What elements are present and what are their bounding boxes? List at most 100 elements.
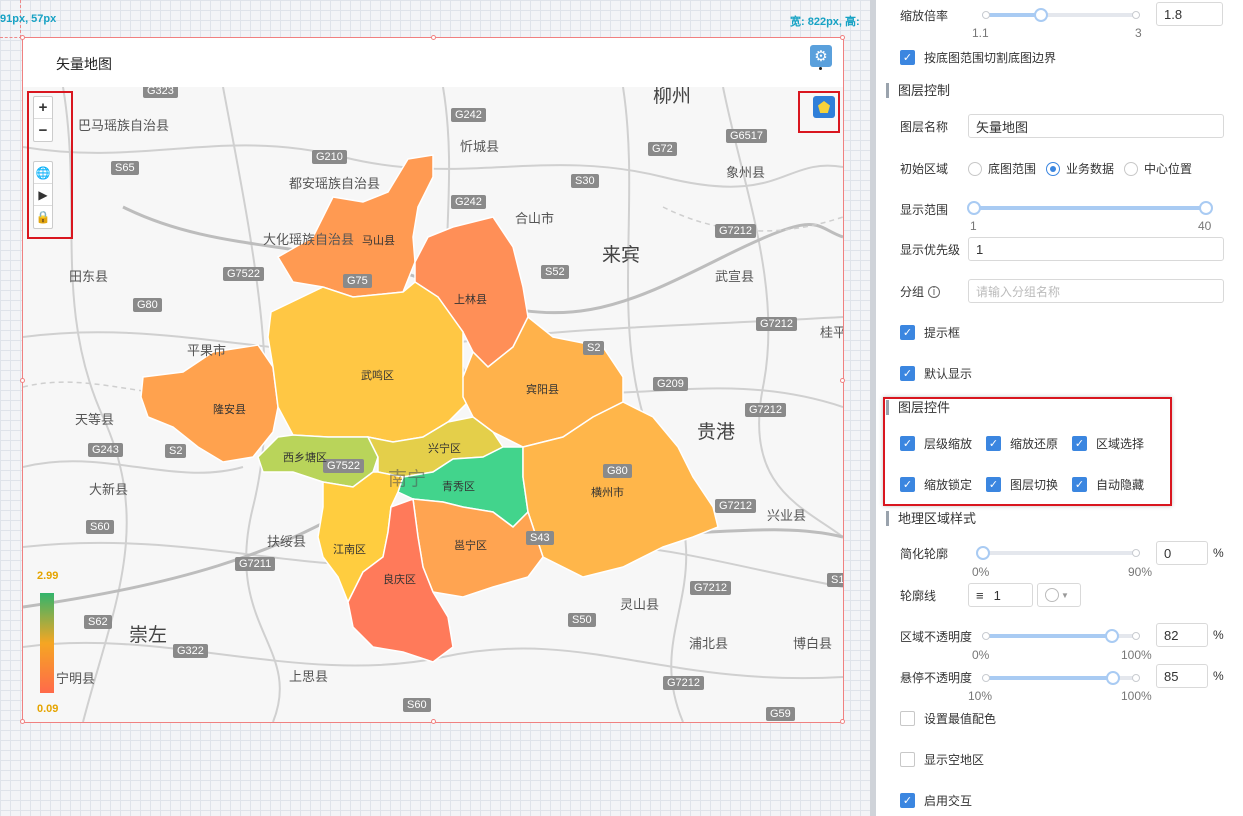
gear-icon[interactable]: ⚙ [810, 45, 832, 67]
place-label: 桂平 [820, 325, 843, 340]
place-label: 上思县 [289, 669, 329, 684]
tooltip-checkbox[interactable]: ✓ 提示框 [900, 324, 960, 341]
region-label[interactable]: 江南区 [333, 541, 366, 557]
region-long-an [140, 344, 279, 463]
road-label: S65 [111, 161, 139, 175]
resize-handle[interactable] [20, 719, 25, 724]
group-label: 分组 [900, 285, 925, 299]
size-readout: 宽: 822px, 高: [790, 16, 860, 28]
extreme-color-checkbox[interactable]: 设置最值配色 [900, 710, 996, 727]
default-show-checkbox[interactable]: ✓ 默认显示 [900, 365, 972, 382]
region-label[interactable]: 西乡塘区 [283, 449, 327, 465]
radio-business-data[interactable]: 业务数据 [1046, 160, 1114, 177]
road-label: G80 [133, 298, 162, 312]
percent-unit: % [1213, 546, 1224, 560]
place-label: 崇左 [129, 625, 168, 646]
layer-name-input[interactable]: 矢量地图 [968, 114, 1224, 138]
place-label: 田东县 [69, 269, 109, 284]
place-label: 柳州 [653, 87, 692, 107]
road-label: G7212 [715, 499, 757, 513]
empty-region-checkbox[interactable]: 显示空地区 [900, 751, 984, 768]
road-label: G243 [88, 443, 123, 457]
road-label: S62 [84, 615, 112, 629]
crop-bounds-checkbox[interactable]: ✓ 按底图范围切割底图边界 [900, 49, 1056, 66]
road-label: S30 [571, 174, 599, 188]
map-area[interactable]: G323 G242 G72 G6517 G210 S65 G242 S30 G7… [23, 87, 843, 722]
highlight-box [883, 397, 1172, 506]
slider-thumb[interactable] [1106, 671, 1120, 685]
road-label: S2 [583, 341, 605, 355]
region-label[interactable]: 横州市 [591, 484, 624, 500]
resize-handle[interactable] [840, 35, 845, 40]
road-label: G80 [603, 464, 632, 478]
region-label[interactable]: 宾阳县 [526, 381, 559, 397]
region-label[interactable]: 青秀区 [442, 478, 475, 494]
radio-center-position[interactable]: 中心位置 [1124, 160, 1192, 177]
region-label[interactable]: 良庆区 [383, 571, 416, 587]
region-label[interactable]: 隆安县 [213, 401, 246, 417]
legend-gradient[interactable] [40, 593, 54, 693]
priority-label: 显示优先级 [900, 243, 961, 257]
region-label[interactable]: 上林县 [454, 291, 487, 307]
radio-basemap[interactable]: 底图范围 [968, 160, 1036, 177]
slider-min-label: 0% [972, 648, 990, 662]
hover-opacity-input[interactable]: 85 [1156, 664, 1208, 688]
resize-handle[interactable] [840, 719, 845, 724]
region-opacity-slider[interactable] [982, 629, 1140, 643]
highlight-box [798, 91, 840, 133]
road-label: G7211 [235, 557, 276, 571]
enable-interaction-checkbox[interactable]: ✓ 启用交互 [900, 792, 972, 809]
road-label: S52 [541, 265, 569, 279]
map-widget[interactable]: 矢量地图 ⚙ G323 G242 G72 G6517 G210 S65 G242… [20, 35, 845, 724]
resize-handle[interactable] [431, 35, 436, 40]
region-wuming [267, 281, 474, 443]
legend-max-value: 2.99 [37, 570, 59, 582]
check-icon: ✓ [900, 325, 915, 340]
place-label: 来宾 [602, 245, 641, 266]
place-label: 大化瑶族自治县 [263, 232, 355, 247]
simplify-slider[interactable] [976, 546, 1140, 560]
slider-thumb[interactable] [976, 546, 990, 560]
resize-handle[interactable] [431, 719, 436, 724]
slider-min-label: 10% [968, 689, 993, 703]
display-range-slider[interactable] [967, 201, 1213, 215]
design-canvas[interactable]: 91px, 57px 宽: 822px, 高: 矢量地图 ⚙ G323 G242… [0, 0, 870, 816]
road-label: G7212 [690, 581, 732, 595]
road-label: G72 [648, 142, 677, 156]
region-label[interactable]: 马山县 [362, 232, 395, 248]
resize-handle[interactable] [840, 378, 845, 383]
resize-handle[interactable] [20, 378, 25, 383]
hover-opacity-slider[interactable] [982, 671, 1140, 685]
slider-thumb[interactable] [967, 201, 981, 215]
group-input[interactable]: 请输入分组名称 [968, 279, 1224, 303]
priority-input[interactable]: 1 [968, 237, 1224, 261]
initial-region-radio-group: 底图范围 业务数据 中心位置 [968, 160, 1202, 177]
zoom-ratio-slider[interactable] [982, 8, 1140, 22]
region-opacity-input[interactable]: 82 [1156, 623, 1208, 647]
slider-thumb[interactable] [1199, 201, 1213, 215]
resize-handle[interactable] [20, 35, 25, 40]
slider-thumb[interactable] [1034, 8, 1048, 22]
outline-color-picker[interactable]: ▼ [1037, 583, 1081, 607]
simplify-label: 简化轮廓 [900, 547, 949, 561]
region-label[interactable]: 邕宁区 [454, 537, 487, 553]
road-label: S2 [165, 444, 187, 458]
range-min-label: 1 [970, 219, 977, 233]
zoom-ratio-input[interactable]: 1.8 [1156, 2, 1223, 26]
place-label: 天等县 [75, 412, 115, 427]
region-label[interactable]: 武鸣区 [361, 367, 394, 383]
slider-thumb[interactable] [1105, 629, 1119, 643]
outline-width-input[interactable]: ≡ 1 [968, 583, 1033, 607]
section-title-layer-control: 图层控制 [886, 83, 950, 98]
place-label: 武宣县 [715, 269, 755, 284]
region-label[interactable]: 兴宁区 [428, 440, 461, 456]
check-icon: ✓ [900, 366, 915, 381]
region-opacity-label: 区域不透明度 [900, 630, 973, 644]
place-label: 扶绥县 [267, 534, 307, 549]
road-label: G210 [312, 150, 347, 164]
place-label: 灵山县 [620, 597, 660, 612]
road-label: S50 [568, 613, 596, 627]
road-label: S60 [403, 698, 431, 712]
simplify-input[interactable]: 0 [1156, 541, 1208, 565]
place-label: 宁明县 [56, 671, 96, 686]
